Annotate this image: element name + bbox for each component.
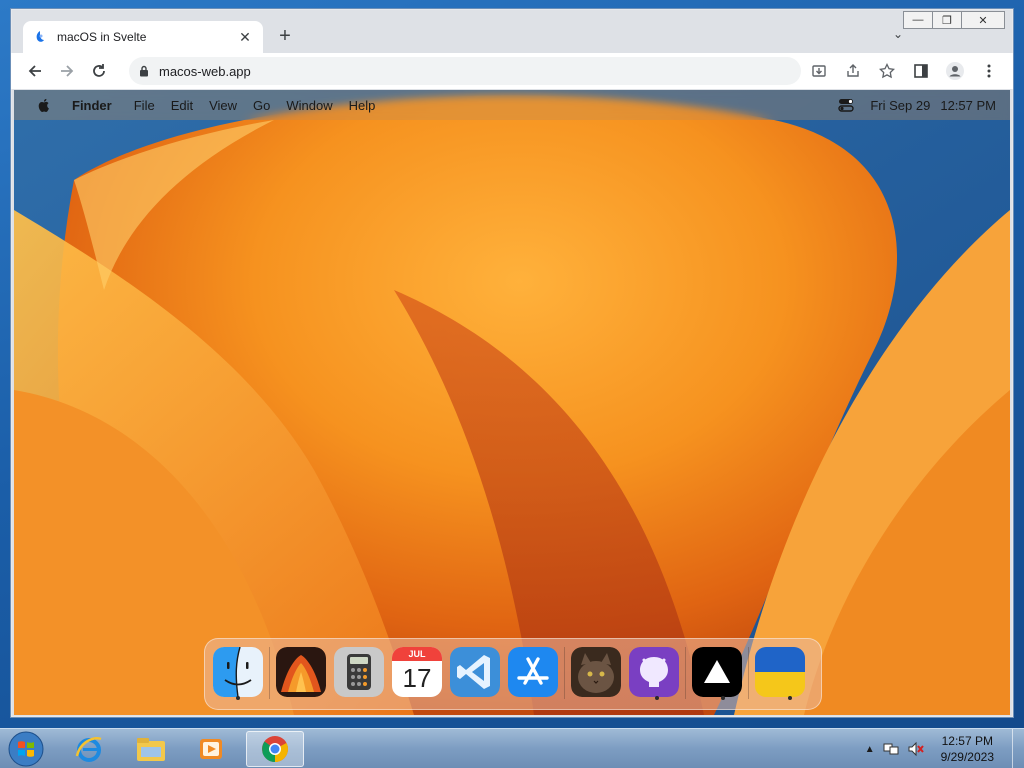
forward-button[interactable]: [51, 57, 83, 85]
active-app-name[interactable]: Finder: [72, 98, 112, 113]
side-panel-button[interactable]: [905, 57, 937, 85]
url-text: macos-web.app: [159, 63, 251, 79]
calendar-month: JUL: [392, 647, 442, 661]
address-bar[interactable]: macos-web.app: [129, 57, 801, 85]
dock-separator: [748, 647, 749, 699]
windows-start-icon: [8, 731, 44, 767]
dock-separator: [685, 647, 686, 699]
profile-icon: [946, 62, 964, 80]
menubar-status: Fri Sep 29 12:57 PM: [838, 97, 996, 113]
tab-close-icon[interactable]: ✕: [237, 29, 253, 46]
taskbar-media-player[interactable]: [182, 731, 240, 767]
new-tab-button[interactable]: +: [273, 25, 297, 47]
ie-icon: [75, 737, 102, 762]
running-indicator-vercel: [721, 696, 725, 700]
network-icon[interactable]: [883, 741, 899, 757]
running-indicator-ukraine: [788, 696, 792, 700]
calendar-day: 17: [402, 663, 432, 693]
control-center-icon[interactable]: [838, 97, 855, 113]
back-arrow-icon: [28, 65, 41, 77]
dock-calendar[interactable]: JUL 17: [392, 647, 442, 697]
menu-file[interactable]: File: [134, 98, 155, 113]
install-app-icon: [812, 65, 826, 77]
lock-icon[interactable]: [139, 65, 149, 77]
media-player-icon: [200, 739, 222, 759]
browser-toolbar: macos-web.app: [11, 53, 1013, 89]
vscode-icon: [450, 647, 500, 697]
taskbar-chrome[interactable]: [246, 731, 304, 767]
menu-help[interactable]: Help: [349, 98, 376, 113]
menu-view[interactable]: View: [209, 98, 237, 113]
dock-finder[interactable]: [213, 647, 263, 697]
tab-strip: macOS in Svelte ✕ + ⌄: [11, 19, 1013, 53]
bookmark-button[interactable]: [871, 57, 903, 85]
dock-wallpapers[interactable]: [276, 647, 326, 697]
tab-favicon-icon: [36, 31, 44, 42]
chrome-icon: [262, 736, 288, 763]
cat-photo-icon: [571, 647, 621, 697]
tab-macos-in-svelte[interactable]: macOS in Svelte ✕: [23, 21, 263, 53]
dock-separator: [269, 647, 270, 699]
show-hidden-icons-button[interactable]: ▲: [865, 744, 875, 755]
dock-vercel[interactable]: [692, 647, 742, 697]
running-indicator-github: [655, 696, 659, 700]
back-button[interactable]: [19, 57, 51, 85]
forward-arrow-icon: [61, 65, 74, 77]
dock-vscode[interactable]: [450, 647, 500, 697]
app-store-icon: [508, 647, 558, 697]
dock-photo[interactable]: [571, 647, 621, 697]
profile-button[interactable]: [939, 57, 971, 85]
taskbar-date: 9/29/2023: [940, 750, 994, 764]
macos-menubar: Finder File Edit View Go Window Help Fri…: [14, 90, 1010, 120]
share-icon: [847, 64, 859, 77]
side-panel-icon: [914, 64, 928, 78]
tab-title: macOS in Svelte: [57, 30, 147, 44]
install-app-button[interactable]: [803, 57, 835, 85]
dock-ukraine[interactable]: [755, 647, 805, 697]
taskbar-ie[interactable]: [60, 731, 118, 767]
volume-muted-icon[interactable]: [907, 741, 925, 757]
toolbar-actions: [803, 57, 1005, 85]
menubar-date[interactable]: Fri Sep 29: [870, 98, 930, 113]
tab-search-button[interactable]: ⌄: [893, 27, 903, 41]
reload-icon: [93, 64, 105, 77]
dock-calculator[interactable]: [334, 647, 384, 697]
calculator-icon: [334, 647, 384, 697]
github-icon: [629, 647, 679, 697]
menubar-time[interactable]: 12:57 PM: [940, 98, 996, 113]
menu-go[interactable]: Go: [253, 98, 270, 113]
windows-taskbar: ▲ 12:57 PM 9/29/2023: [0, 728, 1024, 768]
show-desktop-button[interactable]: [1012, 729, 1024, 768]
macos-dock: JUL 17: [204, 638, 822, 710]
star-icon: [879, 63, 895, 79]
calendar-icon: JUL 17: [392, 647, 442, 697]
system-tray: ▲ 12:57 PM 9/29/2023: [865, 729, 1024, 768]
dock-github[interactable]: [629, 647, 679, 697]
apple-logo-icon[interactable]: [36, 97, 52, 113]
explorer-icon: [137, 738, 165, 761]
start-button[interactable]: [6, 730, 46, 768]
share-button[interactable]: [837, 57, 869, 85]
menu-dots-icon: [987, 64, 991, 78]
reload-button[interactable]: [83, 57, 115, 85]
taskbar-explorer[interactable]: [122, 731, 180, 767]
chrome-window: — ❐ ✕ macOS in Svelte ✕ + ⌄ macos-web.ap…: [10, 8, 1014, 718]
tray-icons: ▲: [865, 741, 925, 757]
vercel-icon: [692, 647, 742, 697]
ukraine-flag-icon: [755, 647, 805, 697]
running-indicator-finder: [236, 696, 240, 700]
ventura-wallpaper: [14, 90, 1010, 715]
menu-window[interactable]: Window: [286, 98, 332, 113]
menu-edit[interactable]: Edit: [171, 98, 193, 113]
finder-icon: [213, 647, 263, 697]
taskbar-clock[interactable]: 12:57 PM 9/29/2023: [941, 733, 994, 765]
browser-menu-button[interactable]: [973, 57, 1005, 85]
taskbar-time: 12:57 PM: [941, 734, 993, 748]
wallpaper-icon: [276, 647, 326, 697]
dock-app-store[interactable]: [508, 647, 558, 697]
web-viewport: Finder File Edit View Go Window Help Fri…: [14, 90, 1010, 715]
dock-separator: [564, 647, 565, 699]
